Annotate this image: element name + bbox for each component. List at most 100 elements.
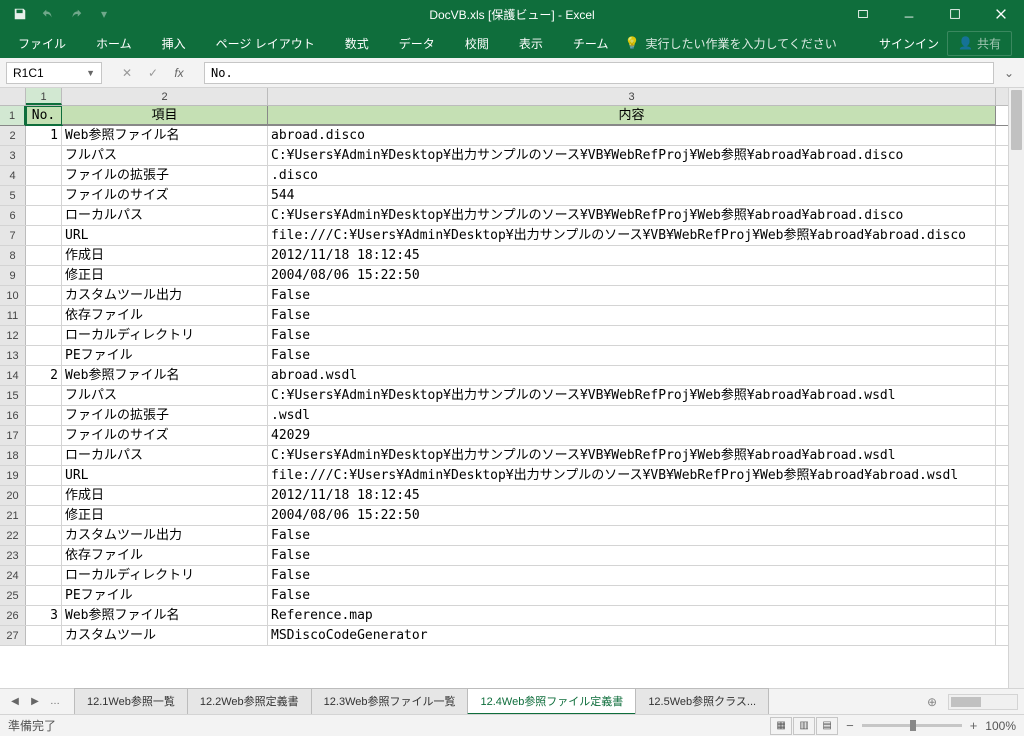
sheet-tab[interactable]: 12.4Web参照ファイル定義書 [467, 688, 636, 715]
cell[interactable]: 2004/08/06 15:22:50 [268, 266, 996, 285]
qat-dropdown[interactable]: ▾ [92, 2, 116, 26]
cell[interactable]: file:///C:¥Users¥Admin¥Desktop¥出力サンプルのソー… [268, 466, 996, 485]
cell[interactable]: 2 [26, 366, 62, 385]
cell[interactable]: 3 [26, 606, 62, 625]
tab-home[interactable]: ホーム [82, 29, 146, 58]
cell[interactable]: ローカルパス [62, 206, 268, 225]
tell-me-search[interactable]: 💡 実行したい作業を入力してください [624, 35, 836, 52]
cell[interactable] [26, 526, 62, 545]
cell[interactable]: ローカルディレクトリ [62, 326, 268, 345]
cell[interactable]: カスタムツール出力 [62, 286, 268, 305]
cell[interactable] [26, 326, 62, 345]
row-header[interactable]: 16 [0, 406, 26, 425]
cell[interactable]: False [268, 546, 996, 565]
cell[interactable] [26, 306, 62, 325]
row-header[interactable]: 4 [0, 166, 26, 185]
row-header[interactable]: 18 [0, 446, 26, 465]
horizontal-scrollbar[interactable] [948, 694, 1018, 710]
scrollbar-thumb[interactable] [1011, 90, 1022, 150]
row-header[interactable]: 3 [0, 146, 26, 165]
cell[interactable]: .disco [268, 166, 996, 185]
tab-page-layout[interactable]: ページ レイアウト [202, 29, 329, 58]
cell[interactable] [26, 386, 62, 405]
tab-data[interactable]: データ [385, 29, 449, 58]
vertical-scrollbar[interactable] [1008, 88, 1024, 688]
cell[interactable]: ローカルディレクトリ [62, 566, 268, 585]
cell[interactable]: 2004/08/06 15:22:50 [268, 506, 996, 525]
tab-file[interactable]: ファイル [4, 29, 80, 58]
normal-view-button[interactable]: ▦ [770, 717, 792, 735]
cell[interactable]: Web参照ファイル名 [62, 366, 268, 385]
cell[interactable] [26, 286, 62, 305]
zoom-level[interactable]: 100% [985, 719, 1016, 733]
cell[interactable]: C:¥Users¥Admin¥Desktop¥出力サンプルのソース¥VB¥Web… [268, 146, 996, 165]
save-button[interactable] [8, 2, 32, 26]
cell[interactable]: カスタムツール [62, 626, 268, 645]
cell[interactable]: False [268, 326, 996, 345]
cell[interactable]: No. [26, 106, 62, 125]
cell[interactable]: 修正日 [62, 506, 268, 525]
cell[interactable]: 依存ファイル [62, 306, 268, 325]
sheet-tab[interactable]: 12.5Web参照クラス... [635, 688, 769, 715]
row-header[interactable]: 24 [0, 566, 26, 585]
undo-button[interactable] [36, 2, 60, 26]
cell[interactable]: 作成日 [62, 246, 268, 265]
sheet-tab[interactable]: 12.3Web参照ファイル一覧 [311, 688, 469, 715]
zoom-slider-thumb[interactable] [910, 720, 916, 731]
ribbon-display-button[interactable] [840, 0, 886, 28]
tab-view[interactable]: 表示 [505, 29, 557, 58]
formula-input[interactable]: No. [204, 62, 994, 84]
cell[interactable] [26, 246, 62, 265]
cell[interactable]: abroad.disco [268, 126, 996, 145]
cell[interactable]: URL [62, 466, 268, 485]
row-header[interactable]: 8 [0, 246, 26, 265]
minimize-button[interactable] [886, 0, 932, 28]
page-break-view-button[interactable]: ▤ [816, 717, 838, 735]
cell[interactable] [26, 626, 62, 645]
cell[interactable] [26, 346, 62, 365]
sheet-tab[interactable]: 12.2Web参照定義書 [187, 688, 312, 715]
cell[interactable]: PEファイル [62, 586, 268, 605]
cell[interactable] [26, 226, 62, 245]
row-header[interactable]: 26 [0, 606, 26, 625]
signin-link[interactable]: サインイン [879, 35, 939, 52]
cell[interactable] [26, 586, 62, 605]
tab-formulas[interactable]: 数式 [331, 29, 383, 58]
cell[interactable]: Web参照ファイル名 [62, 606, 268, 625]
cell[interactable]: file:///C:¥Users¥Admin¥Desktop¥出力サンプルのソー… [268, 226, 996, 245]
row-header[interactable]: 20 [0, 486, 26, 505]
row-header[interactable]: 17 [0, 426, 26, 445]
row-header[interactable]: 1 [0, 106, 26, 125]
row-header[interactable]: 23 [0, 546, 26, 565]
page-layout-view-button[interactable]: ▥ [793, 717, 815, 735]
row-header[interactable]: 6 [0, 206, 26, 225]
cell[interactable]: ファイルのサイズ [62, 186, 268, 205]
enter-formula-button[interactable]: ✓ [142, 62, 164, 84]
row-header[interactable]: 22 [0, 526, 26, 545]
cell[interactable]: 544 [268, 186, 996, 205]
cell[interactable] [26, 266, 62, 285]
column-header[interactable]: 3 [268, 88, 996, 105]
cell[interactable]: ファイルのサイズ [62, 426, 268, 445]
cell[interactable]: C:¥Users¥Admin¥Desktop¥出力サンプルのソース¥VB¥Web… [268, 446, 996, 465]
expand-formula-bar[interactable]: ⌄ [1000, 66, 1018, 80]
cell[interactable]: ファイルの拡張子 [62, 406, 268, 425]
zoom-in-button[interactable]: + [970, 718, 978, 733]
cell[interactable]: カスタムツール出力 [62, 526, 268, 545]
cancel-formula-button[interactable]: ✕ [116, 62, 138, 84]
row-header[interactable]: 2 [0, 126, 26, 145]
cell[interactable]: abroad.wsdl [268, 366, 996, 385]
row-header[interactable]: 10 [0, 286, 26, 305]
cell[interactable]: False [268, 586, 996, 605]
close-button[interactable] [978, 0, 1024, 28]
cell[interactable] [26, 546, 62, 565]
row-header[interactable]: 25 [0, 586, 26, 605]
row-header[interactable]: 5 [0, 186, 26, 205]
row-header[interactable]: 14 [0, 366, 26, 385]
cell[interactable]: .wsdl [268, 406, 996, 425]
row-header[interactable]: 11 [0, 306, 26, 325]
cell[interactable]: 42029 [268, 426, 996, 445]
cell[interactable]: URL [62, 226, 268, 245]
cell[interactable] [26, 486, 62, 505]
cell[interactable]: 修正日 [62, 266, 268, 285]
